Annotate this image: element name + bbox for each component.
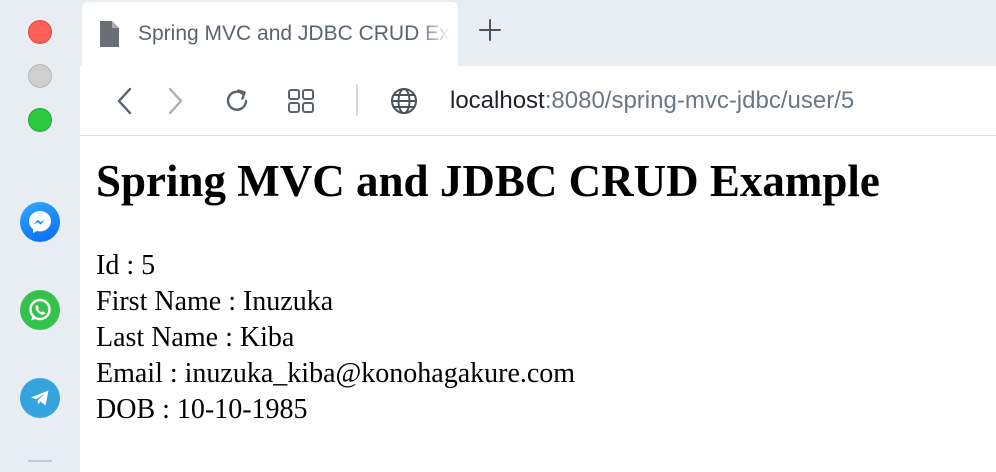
plus-icon xyxy=(479,19,501,41)
toolbar-divider xyxy=(356,84,358,116)
new-tab-button[interactable] xyxy=(476,16,504,44)
maximize-window-button[interactable] xyxy=(28,108,52,132)
toolbar: localhost:8080/spring-mvc-jdbc/user/5 xyxy=(80,66,996,136)
close-window-button[interactable] xyxy=(28,20,52,44)
forward-button[interactable] xyxy=(158,84,192,118)
address-bar[interactable]: localhost:8080/spring-mvc-jdbc/user/5 xyxy=(450,87,854,115)
grid-icon xyxy=(288,89,314,113)
tabs-overview-button[interactable] xyxy=(284,84,318,118)
browser-window: Spring MVC and JDBC CRUD Example xyxy=(0,0,996,472)
whatsapp-icon[interactable] xyxy=(20,290,60,330)
minimize-window-button[interactable] xyxy=(28,64,52,88)
site-info-button[interactable] xyxy=(387,84,421,118)
globe-icon xyxy=(391,88,417,114)
chevron-right-icon xyxy=(168,87,183,115)
url-path: :8080/spring-mvc-jdbc/user/5 xyxy=(544,87,855,114)
tab-title: Spring MVC and JDBC CRUD Example xyxy=(138,22,458,45)
url-host: localhost xyxy=(450,87,545,114)
chevron-left-icon xyxy=(117,87,132,115)
page-content: Spring MVC and JDBC CRUD Example Id : 5 … xyxy=(96,136,986,428)
page-title: Spring MVC and JDBC CRUD Example xyxy=(96,156,880,206)
user-id: Id : 5 xyxy=(96,250,156,281)
user-details: Id : 5 First Name : Inuzuka Last Name : … xyxy=(96,248,986,428)
sidebar xyxy=(0,0,80,472)
messenger-icon[interactable] xyxy=(20,202,60,242)
reload-button[interactable] xyxy=(220,84,254,118)
user-email: Email : inuzuka_kiba@konohagakure.com xyxy=(96,358,576,389)
tab-strip: Spring MVC and JDBC CRUD Example xyxy=(80,0,996,66)
sidebar-divider xyxy=(28,460,52,462)
file-icon xyxy=(98,20,120,48)
user-dob: DOB : 10-10-1985 xyxy=(96,394,308,425)
back-button[interactable] xyxy=(108,84,142,118)
reload-icon xyxy=(226,89,248,111)
telegram-icon[interactable] xyxy=(20,378,60,418)
user-first-name: First Name : Inuzuka xyxy=(96,286,334,317)
user-last-name: Last Name : Kiba xyxy=(96,322,295,353)
tab-active[interactable]: Spring MVC and JDBC CRUD Example xyxy=(82,2,458,66)
tab-title-fade xyxy=(418,2,458,66)
